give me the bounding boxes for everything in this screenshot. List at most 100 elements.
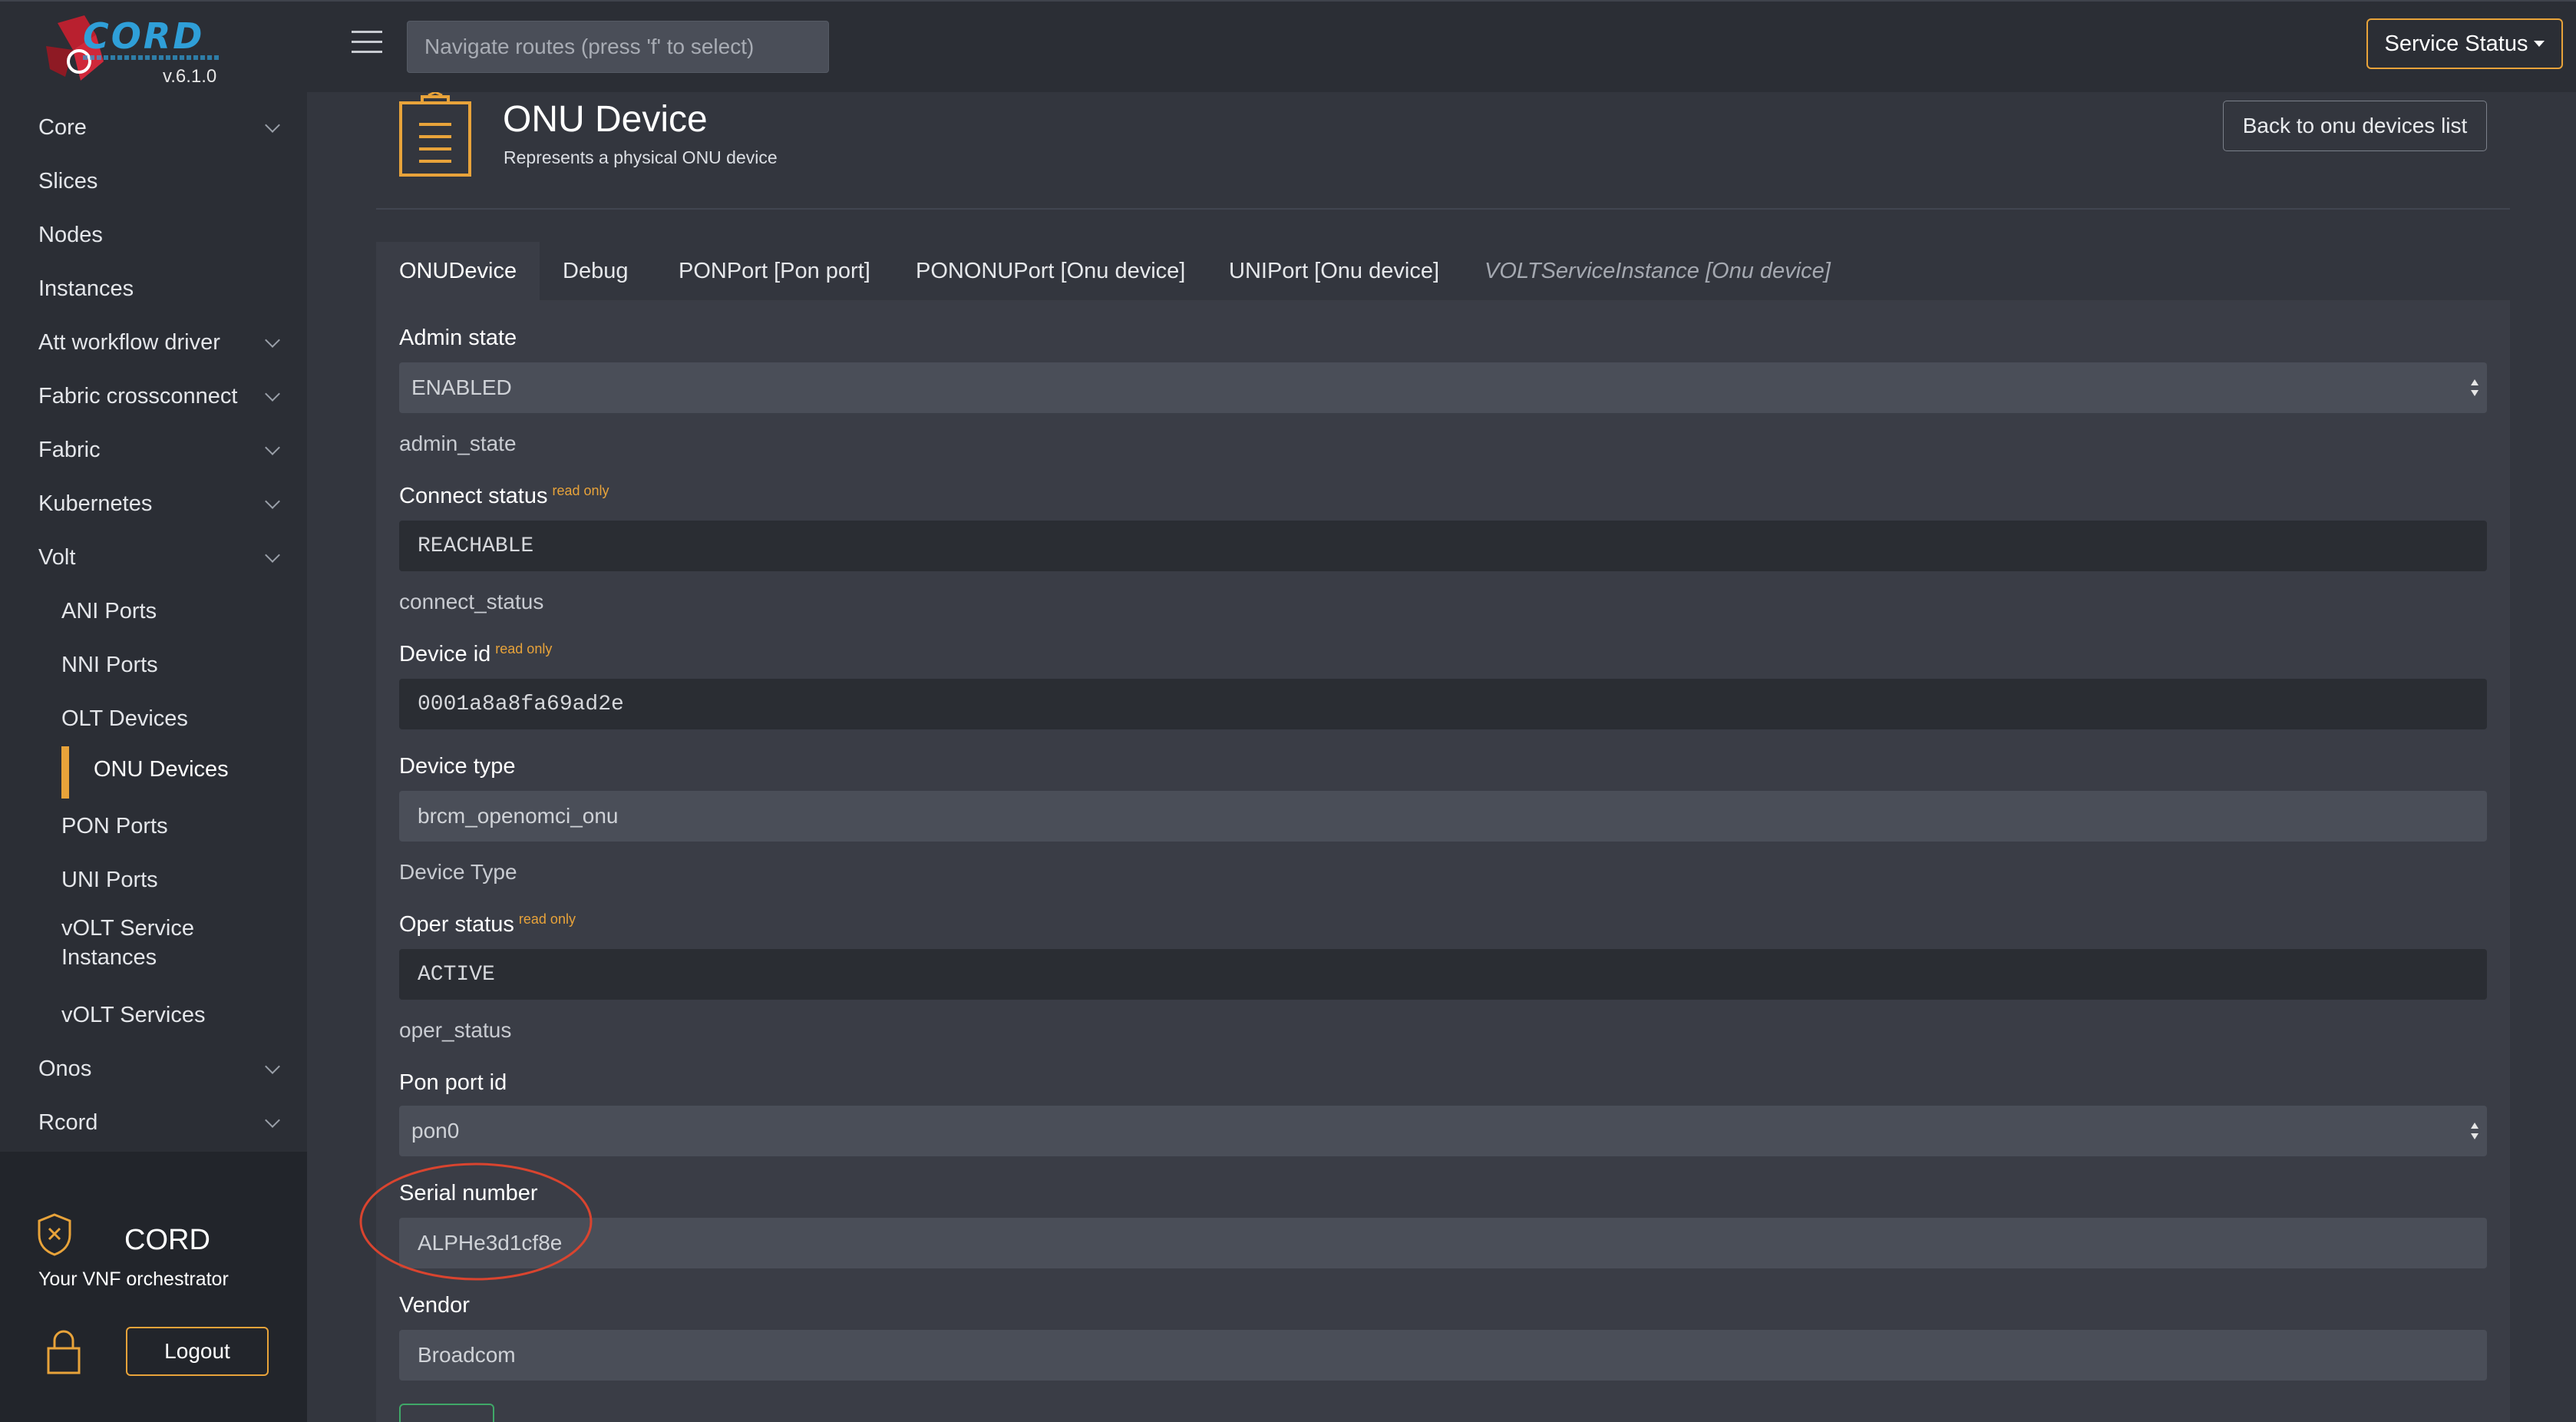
sidebar-item-volt-service-instances[interactable]: vOLT Service Instances <box>0 911 307 972</box>
shield-icon <box>38 1213 71 1256</box>
service-status-label: Service Status <box>2384 31 2528 56</box>
sidebar-item-label: Kubernetes <box>38 491 153 516</box>
chevron-down-icon <box>265 1113 280 1128</box>
caret-down-icon <box>2534 41 2545 47</box>
sidebar-item-label: Att workflow driver <box>38 330 220 355</box>
device-id-label-text: Device id <box>399 642 491 666</box>
sidebar-item-label: Slices <box>38 169 98 193</box>
lock-icon[interactable] <box>45 1327 83 1376</box>
sidebar-item-label: PON Ports <box>61 814 168 838</box>
logo-tagline-graphic <box>83 55 221 60</box>
pon-port-id-label: Pon port id <box>399 1070 507 1095</box>
sidebar-item-instances[interactable]: Instances <box>0 266 307 312</box>
sidebar-item-label: ANI Ports <box>61 599 157 623</box>
sidebar-item-volt[interactable]: Volt <box>0 534 307 580</box>
serial-number-input[interactable]: ALPHe3d1cf8e <box>399 1218 2487 1268</box>
chevron-down-icon <box>265 386 280 402</box>
sidebar-item-olt-devices[interactable]: OLT Devices <box>0 696 307 742</box>
sidebar-item-fabric-crossconnect[interactable]: Fabric crossconnect <box>0 373 307 419</box>
vendor-label: Vendor <box>399 1293 470 1318</box>
chevron-down-icon <box>265 1059 280 1074</box>
chevron-down-icon <box>265 547 280 563</box>
save-button[interactable] <box>399 1404 494 1422</box>
admin-state-select[interactable]: ENABLED <box>399 362 2487 413</box>
sidebar-item-core[interactable]: Core <box>0 104 307 150</box>
select-arrows-icon <box>2471 379 2479 396</box>
sidebar-item-nodes[interactable]: Nodes <box>0 212 307 258</box>
sidebar-item-label: vOLT Services <box>61 1003 206 1027</box>
device-type-input[interactable]: brcm_openomci_onu <box>399 791 2487 842</box>
page-subtitle: Represents a physical ONU device <box>504 147 778 167</box>
sidebar-item-volt-services[interactable]: vOLT Services <box>0 992 307 1038</box>
sidebar-item-uni-ports[interactable]: UNI Ports <box>0 857 307 903</box>
annotation-circle <box>359 1162 593 1281</box>
sidebar-item-kubernetes[interactable]: Kubernetes <box>0 481 307 527</box>
tab-ponport[interactable]: PONPort [Pon port] <box>679 242 870 300</box>
sidebar-item-label: Core <box>38 115 87 140</box>
sidebar-item-onu-devices[interactable]: ONU Devices <box>0 746 307 799</box>
sidebar: Core Slices Nodes Instances Att workflow… <box>0 92 307 1152</box>
sidebar-item-label: UNI Ports <box>61 868 158 892</box>
sidebar-item-slices[interactable]: Slices <box>0 158 307 204</box>
header-divider <box>376 208 2510 210</box>
hamburger-menu-icon[interactable] <box>352 31 382 57</box>
active-indicator <box>61 746 69 799</box>
footer-title: CORD <box>124 1224 210 1256</box>
sidebar-item-label: NNI Ports <box>61 653 158 677</box>
device-type-label: Device type <box>399 754 516 779</box>
sidebar-item-label: Rcord <box>38 1110 98 1135</box>
connect-status-label: Connect status read only <box>399 483 609 509</box>
sidebar-item-label: Fabric <box>38 438 101 462</box>
sidebar-item-rcord[interactable]: Rcord <box>0 1100 307 1146</box>
connect-status-help: connect_status <box>399 590 544 613</box>
device-id-field: 0001a8a8fa69ad2e <box>399 679 2487 729</box>
select-arrows-icon <box>2471 1123 2479 1139</box>
device-type-help: Device Type <box>399 860 517 884</box>
device-id-label: Device id read only <box>399 641 553 667</box>
page-title: ONU Device <box>503 99 708 140</box>
logo-text: CORD <box>83 15 205 57</box>
oper-status-label-text: Oper status <box>399 912 514 937</box>
device-type-value: brcm_openomci_onu <box>418 804 619 828</box>
footer-subtitle: Your VNF orchestrator <box>38 1268 229 1290</box>
sidebar-item-label: Onos <box>38 1057 92 1081</box>
read-only-badge: read only <box>495 641 553 656</box>
service-status-dropdown[interactable]: Service Status <box>2366 18 2563 69</box>
sidebar-item-label: ONU Devices <box>94 757 229 782</box>
read-only-badge: read only <box>552 483 609 498</box>
vendor-input[interactable]: Broadcom <box>399 1330 2487 1381</box>
back-to-list-button[interactable]: Back to onu devices list <box>2223 101 2487 151</box>
admin-state-help: admin_state <box>399 432 517 455</box>
connect-status-label-text: Connect status <box>399 484 548 508</box>
tab-debug[interactable]: Debug <box>563 242 628 300</box>
version-label: v.6.1.0 <box>163 66 217 87</box>
oper-status-field: ACTIVE <box>399 949 2487 1000</box>
sidebar-item-att-workflow-driver[interactable]: Att workflow driver <box>0 319 307 365</box>
tab-uniport[interactable]: UNIPort [Onu device] <box>1229 242 1439 300</box>
tab-onudevice[interactable]: ONUDevice <box>376 242 540 300</box>
connect-status-value: REACHABLE <box>418 534 534 558</box>
sidebar-footer: CORD Your VNF orchestrator Logout <box>0 1152 307 1422</box>
pon-port-id-select[interactable]: pon0 <box>399 1106 2487 1156</box>
tab-pononuport[interactable]: PONONUPort [Onu device] <box>916 242 1185 300</box>
chevron-down-icon <box>265 440 280 455</box>
connect-status-field: REACHABLE <box>399 521 2487 571</box>
admin-state-label: Admin state <box>399 326 517 350</box>
route-search-input[interactable] <box>407 21 829 73</box>
sidebar-item-fabric[interactable]: Fabric <box>0 427 307 473</box>
sidebar-item-onos[interactable]: Onos <box>0 1046 307 1092</box>
tab-voltserviceinstance: VOLTServiceInstance [Onu device] <box>1485 258 1831 283</box>
top-bar: CORD v.6.1.0 Service Status <box>0 0 2576 92</box>
sidebar-item-nni-ports[interactable]: NNI Ports <box>0 642 307 688</box>
logout-button[interactable]: Logout <box>126 1327 269 1376</box>
sidebar-item-label: Nodes <box>38 223 103 247</box>
chevron-down-icon <box>265 117 280 133</box>
sidebar-item-label: OLT Devices <box>61 706 188 731</box>
sidebar-item-pon-ports[interactable]: PON Ports <box>0 803 307 849</box>
sidebar-item-label: Volt <box>38 545 76 570</box>
oper-status-label: Oper status read only <box>399 911 576 938</box>
sidebar-item-label: Instances <box>38 276 134 301</box>
app-root: { "app": { "version": "v.6.1.0", "logo_t… <box>0 0 2576 1422</box>
clipboard-icon <box>399 92 471 177</box>
sidebar-item-ani-ports[interactable]: ANI Ports <box>0 588 307 634</box>
